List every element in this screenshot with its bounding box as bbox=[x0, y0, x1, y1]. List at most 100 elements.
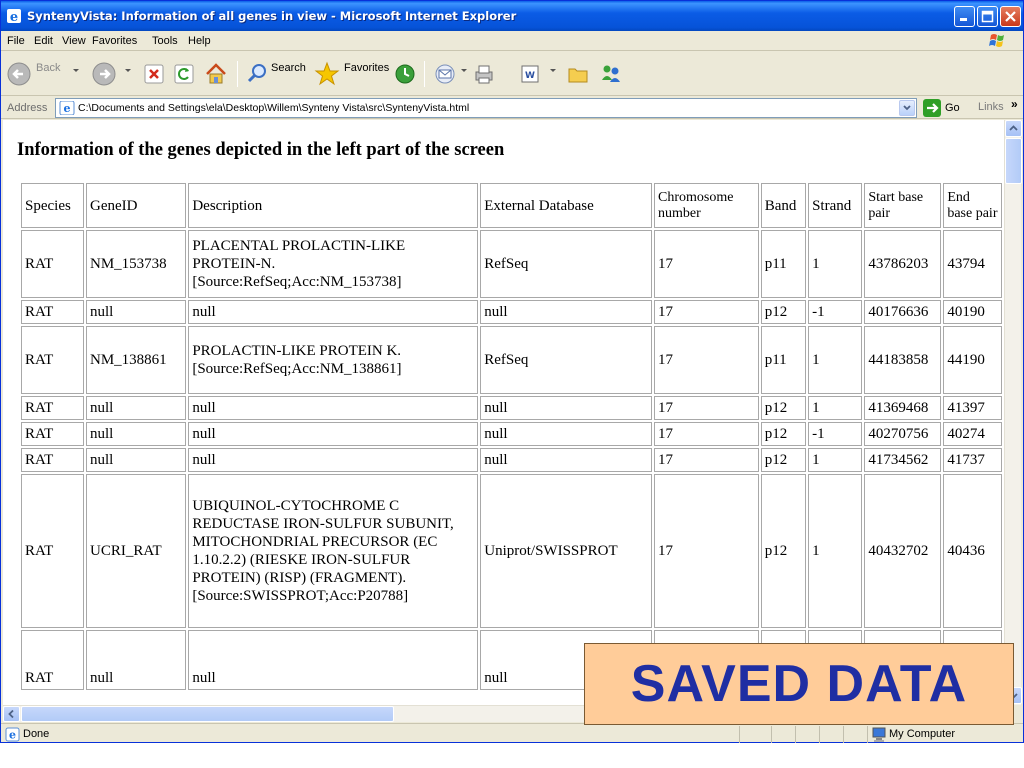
table-cell: 17 bbox=[653, 474, 759, 628]
table-cell: null bbox=[480, 300, 652, 324]
close-button[interactable] bbox=[1000, 6, 1021, 27]
search-label[interactable]: Search bbox=[271, 62, 306, 74]
vertical-scroll-thumb[interactable] bbox=[1005, 138, 1022, 184]
chevron-right-icon[interactable]: » bbox=[1011, 97, 1018, 111]
menu-edit[interactable]: Edit bbox=[34, 35, 53, 47]
column-header: Start base pair bbox=[864, 183, 942, 228]
table-cell: 40190 bbox=[943, 300, 1002, 324]
forward-dropdown-icon[interactable] bbox=[125, 69, 131, 72]
svg-text:e: e bbox=[9, 729, 16, 742]
favorites-label[interactable]: Favorites bbox=[344, 62, 389, 74]
table-cell: RAT bbox=[21, 396, 85, 420]
status-pane bbox=[819, 726, 820, 743]
table-cell: null bbox=[86, 300, 187, 324]
address-dropdown-button[interactable] bbox=[899, 100, 915, 116]
chevron-up-icon bbox=[1009, 125, 1018, 131]
table-cell: 40436 bbox=[943, 474, 1002, 628]
table-cell: null bbox=[86, 396, 187, 420]
menu-bar: File Edit View Favorites Tools Help bbox=[1, 31, 1023, 51]
minimize-button[interactable] bbox=[954, 6, 975, 27]
table-cell: PROLACTIN-LIKE PROTEIN K. [Source:RefSeq… bbox=[188, 326, 479, 394]
links-button[interactable]: Links bbox=[978, 101, 1004, 113]
menu-file[interactable]: File bbox=[7, 35, 25, 47]
history-icon[interactable] bbox=[393, 60, 417, 88]
mail-dropdown-icon[interactable] bbox=[461, 69, 467, 72]
page-title: Information of the genes depicted in the… bbox=[17, 140, 505, 160]
table-cell: RAT bbox=[21, 422, 85, 446]
ie-icon: e bbox=[7, 9, 21, 24]
status-bar: e Done My Computer bbox=[1, 723, 1023, 744]
table-cell: RefSeq bbox=[480, 230, 652, 298]
table-cell: 40432702 bbox=[864, 474, 942, 628]
svg-text:e: e bbox=[10, 10, 18, 24]
table-cell: PLACENTAL PROLACTIN-LIKE PROTEIN-N. [Sou… bbox=[188, 230, 479, 298]
menu-favorites[interactable]: Favorites bbox=[92, 35, 137, 47]
table-cell: null bbox=[188, 300, 479, 324]
back-dropdown-icon[interactable] bbox=[73, 69, 79, 72]
table-body: RAT NM_153738 PLACENTAL PROLACTIN-LIKE PRO… bbox=[21, 230, 1002, 690]
table-cell: RAT bbox=[21, 630, 85, 690]
table-cell: 44190 bbox=[943, 326, 1002, 394]
table-cell: null bbox=[86, 630, 187, 690]
table-cell: null bbox=[480, 422, 652, 446]
home-icon[interactable] bbox=[203, 60, 229, 88]
table-cell: 43794 bbox=[943, 230, 1002, 298]
maximize-icon bbox=[981, 10, 994, 23]
go-button[interactable]: Go bbox=[923, 99, 965, 117]
table-cell: 1 bbox=[808, 326, 863, 394]
maximize-button[interactable] bbox=[977, 6, 998, 27]
address-url[interactable]: C:\Documents and Settings\ela\Desktop\Wi… bbox=[78, 102, 469, 114]
stop-icon[interactable] bbox=[143, 60, 165, 88]
table-cell: null bbox=[480, 396, 652, 420]
mail-icon[interactable] bbox=[433, 60, 457, 88]
menu-view[interactable]: View bbox=[62, 35, 86, 47]
table-row: RAT null null null 17 p12 1 41369468 41397 bbox=[21, 396, 1002, 420]
vertical-scrollbar[interactable] bbox=[1004, 120, 1022, 705]
svg-text:e: e bbox=[64, 102, 71, 115]
menu-help[interactable]: Help bbox=[188, 35, 211, 47]
scroll-up-button[interactable] bbox=[1005, 120, 1022, 137]
favorites-star-icon[interactable] bbox=[314, 60, 340, 88]
table-row: RAT null null null 17 p12 1 41734562 41737 bbox=[21, 448, 1002, 472]
column-header: Species bbox=[21, 183, 85, 228]
back-label[interactable]: Back bbox=[36, 62, 60, 74]
scroll-left-button[interactable] bbox=[3, 706, 20, 722]
page-icon: e bbox=[59, 101, 75, 115]
page-done-icon: e bbox=[5, 727, 20, 742]
table-cell: null bbox=[86, 422, 187, 446]
table-cell: 17 bbox=[653, 448, 759, 472]
windows-logo-icon bbox=[989, 34, 1004, 47]
table-cell: p12 bbox=[760, 448, 807, 472]
table-cell: p12 bbox=[760, 422, 807, 446]
table-cell: NM_138861 bbox=[86, 326, 187, 394]
forward-arrow-icon[interactable] bbox=[91, 60, 117, 88]
table-row: RAT NM_153738 PLACENTAL PROLACTIN-LIKE PRO… bbox=[21, 230, 1002, 298]
edit-dropdown-icon[interactable] bbox=[550, 69, 556, 72]
search-icon[interactable] bbox=[245, 60, 269, 88]
folder-icon[interactable] bbox=[566, 60, 590, 88]
print-icon[interactable] bbox=[471, 60, 497, 88]
table-cell: -1 bbox=[808, 300, 863, 324]
address-input[interactable]: e C:\Documents and Settings\ela\Desktop\… bbox=[55, 98, 917, 118]
table-cell: 41397 bbox=[943, 396, 1002, 420]
table-cell: 1 bbox=[808, 474, 863, 628]
messenger-icon[interactable] bbox=[598, 60, 624, 88]
page-content: Information of the genes depicted in the… bbox=[3, 120, 1004, 705]
minimize-icon bbox=[960, 18, 967, 21]
zone-text: My Computer bbox=[889, 728, 956, 740]
table-cell: 17 bbox=[653, 300, 759, 324]
column-header: Strand bbox=[808, 183, 863, 228]
refresh-icon[interactable] bbox=[173, 60, 195, 88]
status-pane bbox=[843, 726, 844, 743]
menu-tools[interactable]: Tools bbox=[152, 35, 178, 47]
table-cell: p11 bbox=[760, 230, 807, 298]
column-header: GeneID bbox=[86, 183, 187, 228]
back-arrow-icon[interactable] bbox=[6, 60, 32, 88]
table-cell: RAT bbox=[21, 326, 85, 394]
window-title: SyntenyVista: Information of all genes i… bbox=[27, 9, 517, 23]
table-cell: 17 bbox=[653, 396, 759, 420]
edit-icon[interactable]: W bbox=[519, 60, 541, 88]
horizontal-scroll-thumb[interactable] bbox=[21, 706, 394, 722]
table-cell: Uniprot/SWISSPROT bbox=[480, 474, 652, 628]
table-cell: 1 bbox=[808, 230, 863, 298]
